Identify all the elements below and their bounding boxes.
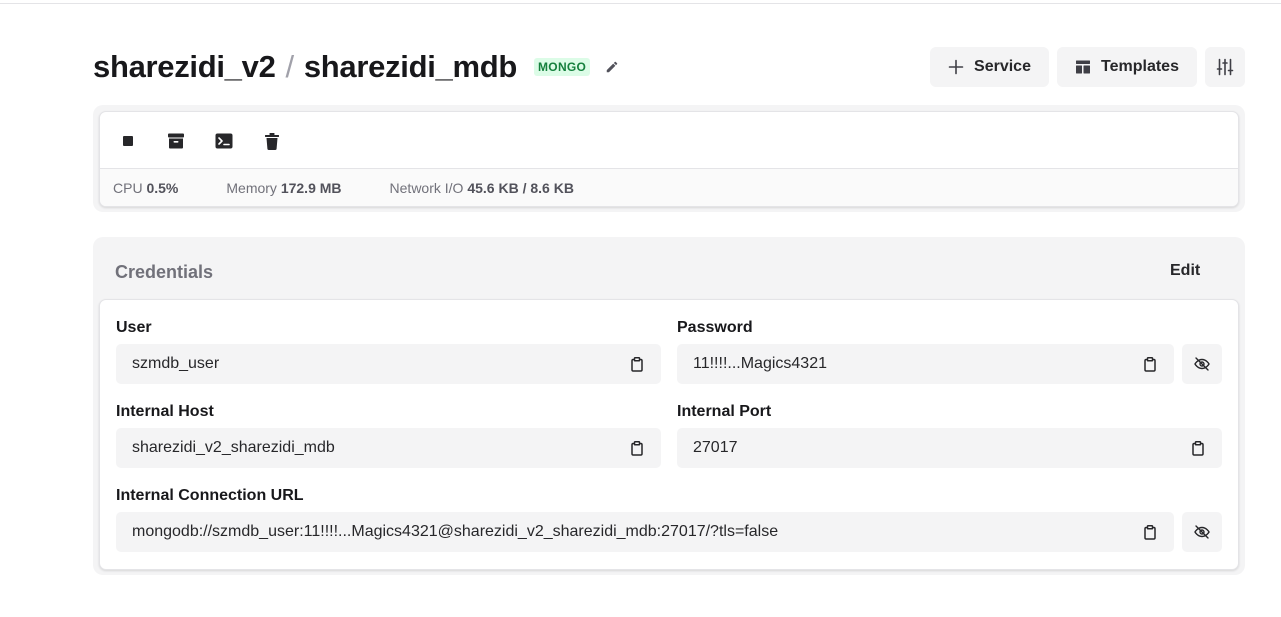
add-service-button[interactable]: Service	[930, 47, 1049, 87]
page-header: sharezidi_v2 / sharezidi_mdb MONGO Servi…	[93, 47, 1245, 87]
top-divider	[0, 3, 1281, 4]
cpu-label: CPU	[113, 180, 143, 196]
container-stats: CPU 0.5% Memory 172.9 MB Network I/O 45.…	[100, 169, 1238, 206]
template-icon	[1075, 59, 1091, 75]
internal-host-label: Internal Host	[116, 403, 214, 420]
clipboard-icon[interactable]	[629, 356, 645, 372]
container-card: CPU 0.5% Memory 172.9 MB Network I/O 45.…	[99, 111, 1239, 207]
add-service-label: Service	[974, 58, 1031, 75]
plus-icon	[948, 59, 964, 75]
service-type-badge: MONGO	[534, 58, 591, 76]
project-name[interactable]: sharezidi_v2	[93, 49, 276, 85]
internal-port-field[interactable]: 27017	[677, 428, 1222, 468]
container-panel: CPU 0.5% Memory 172.9 MB Network I/O 45.…	[93, 105, 1245, 212]
service-name: sharezidi_mdb	[303, 49, 518, 84]
clipboard-icon[interactable]	[1190, 440, 1206, 456]
internal-port-value: 27017	[693, 439, 738, 456]
password-field[interactable]: 11!!!!...Magics4321	[677, 344, 1174, 384]
internal-host-value: sharezidi_v2_sharezidi_mdb	[132, 439, 335, 456]
user-label: User	[116, 319, 152, 336]
network-value: 45.6 KB / 8.6 KB	[467, 180, 574, 196]
cpu-stat: CPU 0.5%	[113, 180, 178, 196]
stop-icon[interactable]	[116, 129, 140, 153]
container-actions	[100, 112, 1238, 169]
connection-url-field[interactable]: mongodb://szmdb_user:11!!!!...Magics4321…	[116, 512, 1174, 552]
terminal-icon[interactable]	[212, 129, 236, 153]
connection-url-value: mongodb://szmdb_user:11!!!!...Magics4321…	[132, 523, 779, 540]
trash-icon[interactable]	[260, 129, 284, 153]
settings-button[interactable]	[1205, 47, 1245, 87]
internal-port-label: Internal Port	[677, 403, 772, 420]
network-stat: Network I/O 45.6 KB / 8.6 KB	[390, 180, 574, 196]
credentials-card: User szmdb_user Password 11!!!!...Magics…	[99, 299, 1239, 570]
sliders-icon	[1216, 58, 1234, 76]
password-label: Password	[677, 319, 753, 336]
memory-label: Memory	[226, 180, 277, 196]
connection-url-label: Internal Connection URL	[116, 487, 304, 504]
credentials-title: Credentials	[115, 262, 214, 282]
network-label: Network I/O	[389, 180, 464, 196]
pencil-icon[interactable]	[604, 59, 620, 75]
cpu-value: 0.5%	[146, 180, 179, 196]
credentials-panel: Credentials Edit User szmdb_user Passwor…	[93, 237, 1245, 575]
clipboard-icon[interactable]	[1142, 524, 1158, 540]
eye-off-icon[interactable]	[1182, 512, 1222, 552]
user-field[interactable]: szmdb_user	[116, 344, 661, 384]
password-value: 11!!!!...Magics4321	[693, 355, 827, 372]
memory-stat: Memory 172.9 MB	[226, 180, 341, 196]
clipboard-icon[interactable]	[1142, 356, 1158, 372]
clipboard-icon[interactable]	[629, 440, 645, 456]
eye-off-icon[interactable]	[1182, 344, 1222, 384]
templates-button[interactable]: Templates	[1057, 47, 1197, 87]
archive-icon[interactable]	[164, 129, 188, 153]
user-value: szmdb_user	[132, 355, 220, 372]
breadcrumb-separator: /	[285, 49, 295, 84]
internal-host-field[interactable]: sharezidi_v2_sharezidi_mdb	[116, 428, 661, 468]
page-title: sharezidi_v2 / sharezidi_mdb MONGO	[93, 47, 620, 87]
credentials-edit-button[interactable]: Edit	[1162, 259, 1208, 283]
memory-value: 172.9 MB	[280, 180, 342, 196]
templates-label: Templates	[1101, 58, 1179, 75]
